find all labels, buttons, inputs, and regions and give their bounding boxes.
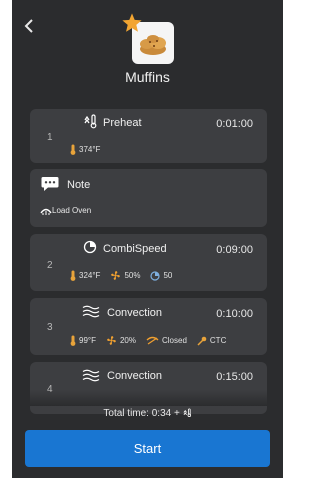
step-number: 1 xyxy=(47,132,53,143)
temperature-value: 374°F xyxy=(79,145,101,154)
load-oven-icon xyxy=(40,208,52,215)
step-time: 0:09:00 xyxy=(216,244,253,256)
core-temp-value: CTC xyxy=(209,336,227,345)
step-name: Preheat xyxy=(103,117,142,129)
temperature-value: 99°F xyxy=(79,336,96,345)
preheat-icon xyxy=(84,114,97,129)
core-temp-icon xyxy=(197,336,207,346)
thermometer-icon xyxy=(70,144,76,155)
step-name: CombiSpeed xyxy=(103,243,167,255)
step-time: 0:15:00 xyxy=(216,371,253,383)
chevron-left-icon xyxy=(24,19,33,33)
recipe-title: Muffins xyxy=(125,69,170,85)
step-params: 324°F 50% 50 xyxy=(70,270,172,281)
preheat-icon xyxy=(183,408,191,417)
fan-icon xyxy=(107,336,116,345)
start-button[interactable]: Start xyxy=(25,430,270,467)
note-title: Note xyxy=(67,179,91,191)
note-card[interactable]: Note Load Oven xyxy=(30,169,267,227)
convection-icon xyxy=(82,305,100,318)
step-card-2[interactable]: 2 CombiSpeed 0:09:00 324°F 50% 50 xyxy=(30,234,267,291)
step-number: 2 xyxy=(47,260,53,271)
back-button[interactable] xyxy=(24,18,40,38)
chat-icon xyxy=(41,177,59,191)
microwave-value: 50 xyxy=(163,271,173,280)
fan-value: 50% xyxy=(124,271,141,280)
step-name: Convection xyxy=(107,307,163,319)
step-params: 99°F 20% Closed CTC xyxy=(70,335,226,346)
recipe-screen: Muffins 1 Preheat 0:01:00 374°F Note Loa… xyxy=(12,0,283,478)
microwave-icon xyxy=(150,270,161,281)
damper-icon xyxy=(146,336,159,345)
thermometer-icon xyxy=(70,335,76,346)
thermometer-icon xyxy=(70,270,76,281)
step-params: 374°F xyxy=(70,144,100,155)
total-time-label: Total time: 0:34 + xyxy=(103,408,180,419)
total-time: Total time: 0:34 + xyxy=(12,408,283,419)
scroll-fade xyxy=(12,390,283,406)
step-time: 0:01:00 xyxy=(216,118,253,130)
step-card-3[interactable]: 3 Convection 0:10:00 99°F 20% Closed CTC xyxy=(30,298,267,355)
damper-value: Closed xyxy=(162,336,187,345)
convection-icon xyxy=(82,369,100,382)
step-time: 0:10:00 xyxy=(216,308,253,320)
step-card-1[interactable]: 1 Preheat 0:01:00 374°F xyxy=(30,109,267,163)
step-name: Convection xyxy=(107,370,163,382)
step-number: 3 xyxy=(47,322,53,333)
fan-value: 20% xyxy=(119,336,136,345)
note-text: Load Oven xyxy=(52,206,92,215)
temperature-value: 324°F xyxy=(79,271,101,280)
star-icon[interactable] xyxy=(121,12,143,34)
step-card-4[interactable]: 4 Convection 0:15:00 xyxy=(30,362,267,414)
combispeed-icon xyxy=(83,240,97,254)
fan-icon xyxy=(111,271,121,280)
